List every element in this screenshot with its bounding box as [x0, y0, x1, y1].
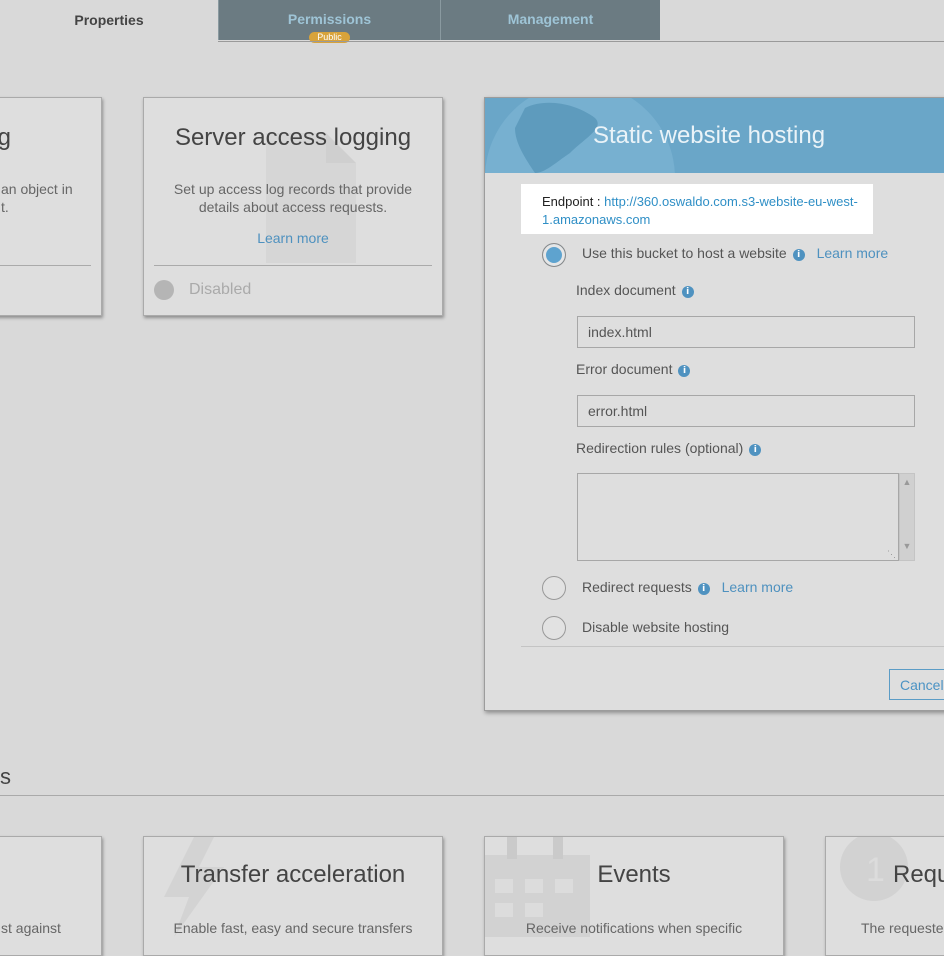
- tab-permissions-label: Permissions: [287, 11, 372, 27]
- card-description: The requeste: [861, 920, 944, 936]
- cancel-button[interactable]: Cancel: [889, 669, 944, 700]
- disable-hosting-label: Disable website hosting: [582, 619, 730, 635]
- error-document-label: Error document i: [576, 361, 691, 377]
- section-title: s: [0, 764, 11, 789]
- status-dot-icon: [154, 280, 174, 300]
- disable-hosting-radio[interactable]: [542, 616, 566, 640]
- index-document-input[interactable]: [577, 316, 915, 348]
- card-title: Transfer acceleration: [180, 861, 406, 888]
- redirection-rules-label: Redirection rules (optional) i: [576, 440, 762, 456]
- tab-properties[interactable]: Properties: [0, 0, 218, 40]
- endpoint-label: Endpoint :: [542, 194, 601, 209]
- info-icon[interactable]: i: [681, 286, 694, 298]
- card-description: Receive notifications when specific: [525, 920, 743, 936]
- left-partial-card: g an object in t.: [0, 97, 102, 316]
- section-divider: [0, 795, 944, 796]
- redirect-requests-radio[interactable]: [542, 576, 566, 600]
- card-title: Static website hosting: [592, 122, 826, 149]
- card-description: Enable fast, easy and secure transfers: [173, 920, 413, 936]
- info-icon[interactable]: i: [678, 365, 691, 377]
- card-title: Requ: [893, 861, 944, 888]
- card-header: Static website hosting: [485, 98, 944, 173]
- transfer-acceleration-card[interactable]: Transfer acceleration Enable fast, easy …: [143, 836, 443, 956]
- tab-management[interactable]: Management: [440, 0, 660, 40]
- tab-bar: Properties Permissions Public Management: [0, 0, 944, 43]
- card-divider: [0, 265, 91, 266]
- host-website-label: Use this bucket to host a website: [582, 245, 787, 261]
- endpoint-box: Endpoint : http://360.oswaldo.com.s3-web…: [521, 184, 873, 234]
- resize-handle-icon[interactable]: ⋱: [887, 549, 896, 560]
- card-title: g: [0, 124, 11, 152]
- textarea-scrollbar[interactable]: ▲ ▼: [899, 473, 915, 561]
- card-description: an object in t.: [1, 181, 73, 215]
- card-title: Events: [597, 861, 671, 888]
- requester-pays-partial-card[interactable]: 1 Requ The requeste: [825, 836, 944, 956]
- redirect-requests-option: Redirect requests i Learn more: [582, 579, 793, 595]
- host-website-radio[interactable]: [542, 243, 566, 267]
- tab-bar-divider: [218, 41, 944, 42]
- info-icon[interactable]: i: [697, 583, 710, 595]
- bottom-left-partial-card[interactable]: st against: [0, 836, 102, 956]
- learn-more-link[interactable]: Learn more: [817, 245, 889, 261]
- learn-more-link[interactable]: Learn more: [722, 579, 794, 595]
- info-icon[interactable]: i: [792, 249, 805, 261]
- redirection-rules-textarea[interactable]: [577, 473, 899, 561]
- redirect-requests-label: Redirect requests: [582, 579, 692, 595]
- events-card[interactable]: Events Receive notifications when specif…: [484, 836, 784, 956]
- error-document-input[interactable]: [577, 395, 915, 427]
- footer-divider: [521, 646, 944, 647]
- card-divider: [154, 265, 432, 266]
- card-title: Server access logging: [174, 124, 412, 151]
- server-access-logging-card[interactable]: Server access logging Set up access log …: [143, 97, 443, 316]
- tab-permissions[interactable]: Permissions Public: [218, 0, 440, 43]
- info-icon[interactable]: i: [749, 444, 762, 456]
- static-website-hosting-card: Static website hosting Endpoint : http:/…: [484, 97, 944, 711]
- card-description: st against: [1, 920, 61, 936]
- learn-more-link[interactable]: Learn more: [144, 230, 442, 246]
- status-label: Disabled: [189, 281, 252, 298]
- chevron-up-icon[interactable]: ▲: [900, 477, 914, 487]
- host-website-option: Use this bucket to host a website i Learn…: [582, 245, 888, 261]
- svg-text:1: 1: [866, 851, 885, 889]
- card-description: Set up access log records that provide d…: [173, 181, 413, 215]
- index-document-label: Index document i: [576, 282, 694, 298]
- chevron-down-icon[interactable]: ▼: [900, 541, 914, 551]
